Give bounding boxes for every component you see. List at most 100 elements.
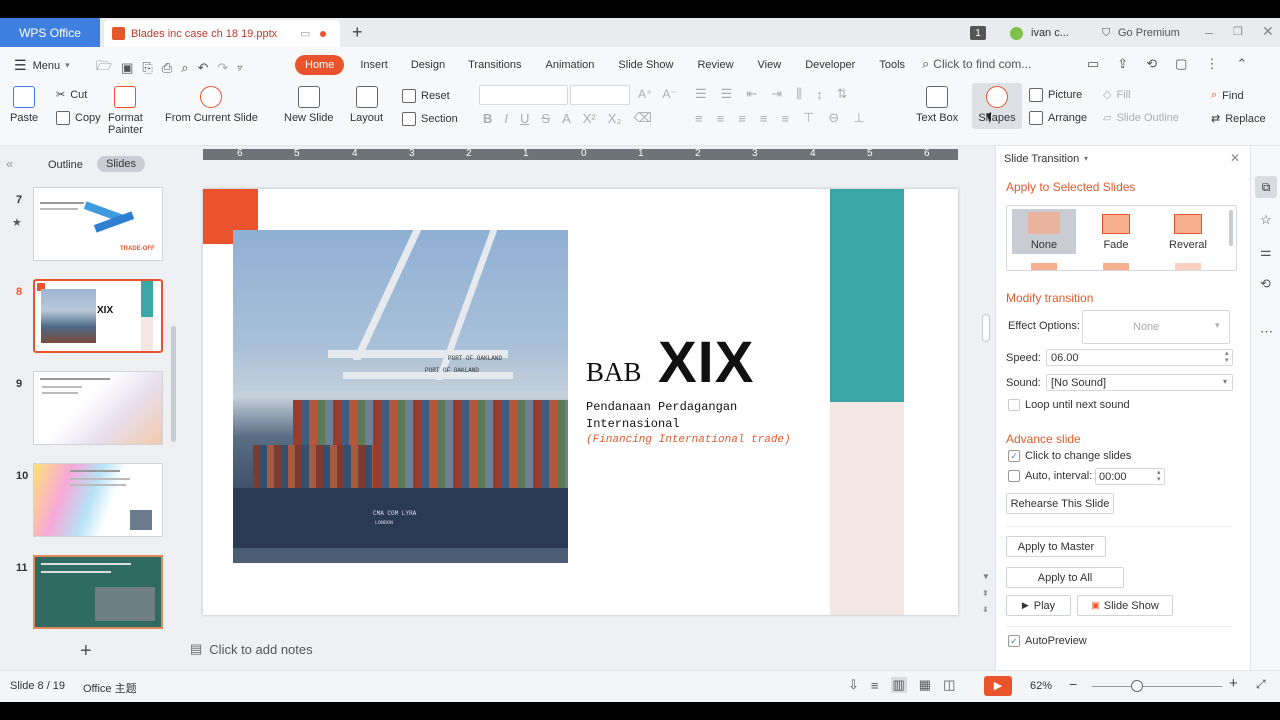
more-dots-icon[interactable]: ⋯	[1260, 324, 1273, 340]
go-premium-link[interactable]: Go Premium	[1118, 27, 1180, 39]
star-icon[interactable]: ☆	[1260, 212, 1272, 228]
tab-home[interactable]: Home	[295, 55, 345, 75]
add-slide-plus-icon[interactable]: +	[80, 640, 92, 663]
history-icon[interactable]: ⟲	[1260, 276, 1271, 292]
font-color-icon[interactable]: A	[562, 111, 571, 126]
thumbs-scrollbar[interactable]	[171, 326, 176, 442]
align-left-icon[interactable]: ≡	[695, 111, 703, 126]
print-icon[interactable]: ⎙	[162, 60, 172, 76]
sync-icon[interactable]: ⟲	[1146, 56, 1157, 72]
wps-office-tab[interactable]: WPS Office	[0, 18, 100, 47]
effects-scrollbar[interactable]	[1229, 210, 1233, 246]
replace-button[interactable]: ⇄ Replace	[1211, 112, 1266, 126]
subtitle-line-1[interactable]: Pendanaan Perdagangan	[586, 400, 737, 414]
numbering-icon[interactable]: ☰	[721, 86, 733, 102]
notes-area[interactable]: ▤ Click to add notes	[190, 641, 313, 657]
spinner-icon[interactable]: ▴ ▾	[1225, 350, 1229, 364]
tab-animation[interactable]: Animation	[546, 59, 595, 71]
section-button[interactable]: Section	[402, 112, 458, 126]
zoom-slider-track[interactable]	[1092, 686, 1222, 687]
decrease-indent-icon[interactable]: ⇤	[746, 86, 757, 102]
justify-icon[interactable]: ≡	[760, 111, 768, 126]
align-right-icon[interactable]: ≡	[738, 111, 746, 126]
slide-outline-button[interactable]: ▱ Slide Outline	[1103, 111, 1179, 125]
font-name-box[interactable]	[479, 85, 568, 105]
bold-icon[interactable]: B	[483, 111, 492, 126]
command-search[interactable]: ⌕ Click to find com...	[922, 56, 1031, 72]
apply-to-all-button[interactable]: Apply to All	[1006, 567, 1124, 588]
text-direction-icon[interactable]: ⇅	[837, 86, 848, 102]
click-to-change-checkbox[interactable]: ✓ Click to change slides	[1008, 450, 1131, 462]
clear-format-icon[interactable]: ⌫	[633, 110, 651, 126]
subtitle-line-2[interactable]: Internasional	[586, 417, 680, 431]
reset-button[interactable]: Reset	[402, 89, 450, 103]
minimize-icon[interactable]: –	[1205, 24, 1213, 40]
align-bottom-icon[interactable]: ⊥	[853, 110, 864, 126]
sound-select[interactable]: [No Sound] ▾	[1046, 374, 1233, 391]
reading-view-icon[interactable]: ◫	[943, 677, 955, 693]
chapter-numeral[interactable]: XIX	[658, 329, 755, 396]
slides-tab[interactable]: Slides	[97, 156, 145, 172]
print-preview-icon[interactable]: ⌕	[181, 60, 188, 76]
tab-window-icon[interactable]: ▭	[300, 27, 310, 40]
zoom-level[interactable]: 62%	[1030, 680, 1052, 692]
tab-insert[interactable]: Insert	[360, 59, 388, 71]
next-slide-icon[interactable]: ⇟	[982, 605, 989, 614]
from-current-slide-button[interactable]: From Current Slide	[165, 86, 258, 124]
play-slideshow-button[interactable]: ▶	[984, 676, 1012, 696]
tab-transitions[interactable]: Transitions	[468, 59, 521, 71]
collapse-panel-icon[interactable]: «	[6, 156, 13, 171]
spinner-icon[interactable]: ▴ ▾	[1157, 469, 1161, 483]
cut-button[interactable]: ✂ Cut	[56, 88, 87, 102]
effect-options-select[interactable]: None ▾	[1082, 310, 1230, 344]
effect-preview-icon[interactable]	[1031, 263, 1057, 270]
fill-button[interactable]: ◇ Fill	[1103, 88, 1131, 102]
align-top-icon[interactable]: ⊤	[803, 110, 814, 126]
shapes-button[interactable]: Shapes	[972, 83, 1022, 129]
align-center-icon[interactable]: ≡	[717, 111, 725, 126]
close-panel-icon[interactable]: ✕	[1230, 151, 1240, 165]
line-spacing-icon[interactable]: ↕	[816, 87, 823, 102]
user-name[interactable]: ivan c...	[1031, 27, 1069, 39]
play-button[interactable]: ▶ Play	[1006, 595, 1071, 616]
slide-thumbnail-11[interactable]	[33, 555, 163, 629]
bullets-icon[interactable]: ☰	[695, 86, 707, 102]
tab-developer[interactable]: Developer	[805, 59, 855, 71]
increase-font-icon[interactable]: A⁺	[638, 87, 652, 101]
effect-preview-icon[interactable]	[1103, 263, 1129, 270]
restore-icon[interactable]: ❐	[1233, 25, 1243, 38]
format-painter-button[interactable]: Format Painter	[108, 86, 143, 136]
more-icon[interactable]: ⋮	[1205, 56, 1218, 72]
properties-icon[interactable]: ⚌	[1260, 244, 1272, 260]
strikethrough-icon[interactable]: S	[541, 111, 550, 126]
picture-button[interactable]: Picture	[1029, 88, 1082, 102]
redo-icon[interactable]: ↷	[217, 60, 228, 76]
subscript-icon[interactable]: X₂	[608, 111, 622, 126]
speed-input[interactable]: 06.00 ▴ ▾	[1046, 349, 1233, 366]
transition-panel-icon[interactable]: ⧉	[1255, 176, 1277, 198]
align-middle-icon[interactable]: ⊖	[828, 110, 839, 126]
document-tab[interactable]: Blades inc case ch 18 19.pptx ▭	[104, 20, 340, 47]
italic-icon[interactable]: I	[504, 111, 508, 126]
text-box-button[interactable]: Text Box	[916, 86, 958, 124]
new-tab-plus-icon[interactable]: +	[352, 22, 363, 43]
transition-panel-title[interactable]: Slide Transition	[1004, 153, 1079, 165]
slide-thumbnail-7[interactable]: TRADE-OFF	[33, 187, 163, 261]
autopreview-checkbox[interactable]: ✓ AutoPreview	[1008, 635, 1087, 647]
decrease-font-icon[interactable]: A⁻	[662, 87, 676, 101]
normal-view-icon[interactable]: ▥	[890, 677, 907, 693]
canvas-scroll-thumb[interactable]	[982, 314, 990, 342]
comment-icon[interactable]: ▢	[1175, 56, 1187, 72]
effect-fade[interactable]: Fade	[1084, 209, 1148, 254]
user-avatar[interactable]	[1010, 27, 1023, 40]
effect-none[interactable]: None	[1012, 209, 1076, 254]
fit-window-icon[interactable]: ⤢	[1256, 677, 1266, 692]
new-slide-button[interactable]: New Slide	[284, 86, 334, 124]
notification-badge[interactable]: 1	[970, 26, 986, 40]
save-icon[interactable]: ▣	[121, 60, 133, 76]
undo-icon[interactable]: ↶	[198, 60, 209, 76]
auto-interval-input[interactable]: 00:00 ▴ ▾	[1095, 468, 1165, 485]
font-size-box[interactable]	[570, 85, 630, 105]
slide-show-button[interactable]: ▣ Slide Show	[1077, 595, 1173, 616]
open-folder-icon[interactable]: 🗁	[96, 57, 112, 79]
